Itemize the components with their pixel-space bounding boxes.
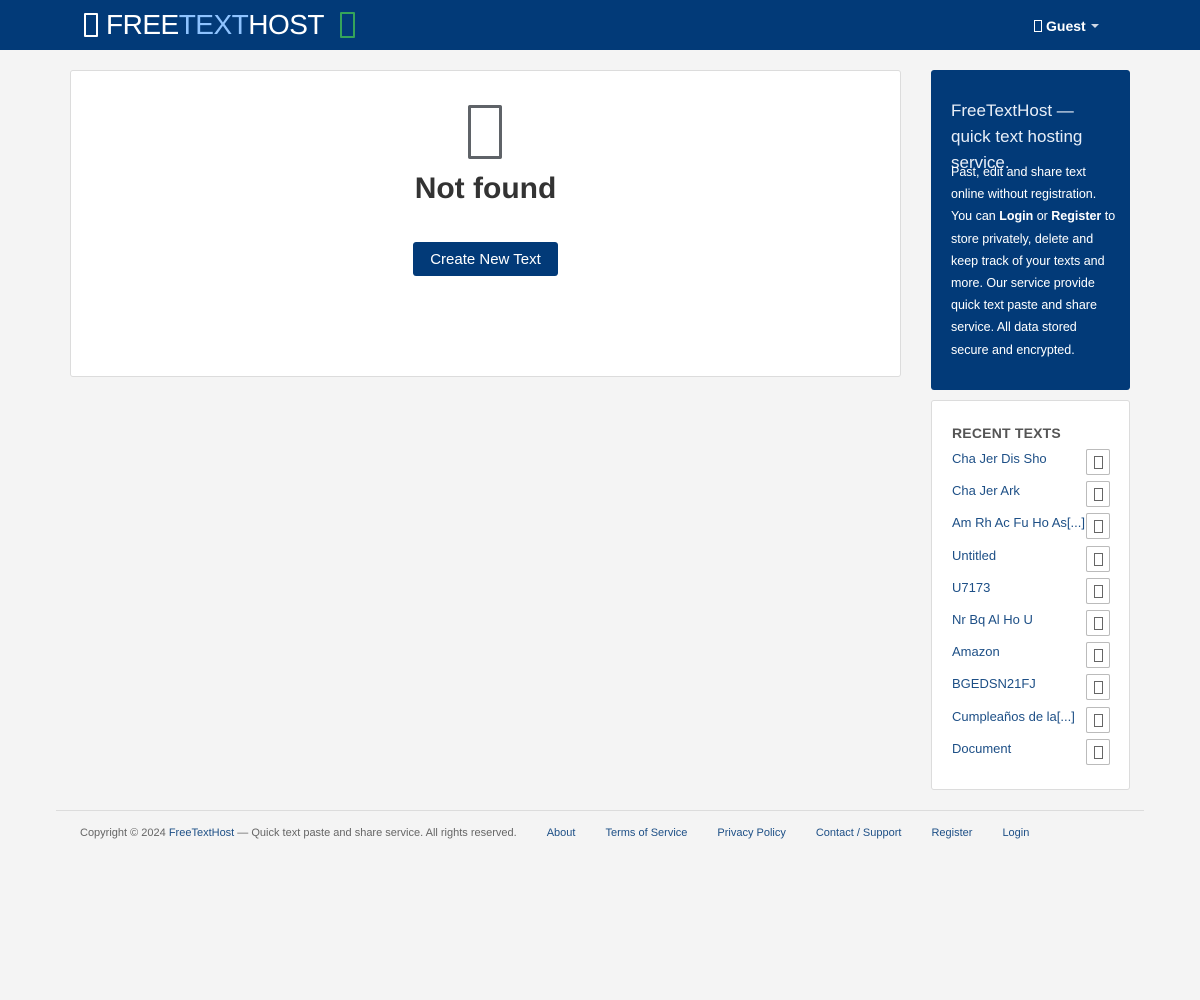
promo-body-post: to store privately, delete and keep trac… xyxy=(951,209,1116,357)
footer-link-login[interactable]: Login xyxy=(1002,827,1029,839)
list-item: Cha Jer Dis Sho xyxy=(952,447,1112,479)
page-title: Not found xyxy=(414,172,557,205)
recent-text-link[interactable]: Untitled xyxy=(952,548,996,563)
footer-copyright: Copyright © 2024 FreeTextHost — Quick te… xyxy=(80,827,517,839)
footer-link-about[interactable]: About xyxy=(547,827,576,839)
footer-divider xyxy=(56,810,1144,811)
recent-text-link[interactable]: Amazon xyxy=(952,644,1000,659)
file-text-icon xyxy=(84,13,98,37)
copy-button[interactable] xyxy=(1086,609,1110,636)
recent-text-link[interactable]: BGEDSN21FJ xyxy=(952,676,1036,691)
leaf-icon xyxy=(340,12,356,38)
copy-button[interactable] xyxy=(1086,545,1110,572)
list-item: Am Rh Ac Fu Ho As[...] xyxy=(952,511,1112,543)
copy-icon xyxy=(1094,713,1103,727)
footer-link-terms[interactable]: Terms of Service xyxy=(605,827,687,839)
caret-down-icon xyxy=(1090,24,1099,28)
list-item: BGEDSN21FJ xyxy=(952,672,1112,704)
copy-button[interactable] xyxy=(1086,738,1110,765)
recent-texts-panel: RECENT TEXTS Cha Jer Dis Sho Cha Jer Ark… xyxy=(931,400,1130,790)
footer-copyright-post: — Quick text paste and share service. Al… xyxy=(234,827,517,839)
file-icon xyxy=(468,105,502,159)
copy-button[interactable] xyxy=(1086,481,1110,508)
recent-text-link[interactable]: Cha Jer Dis Sho xyxy=(952,451,1047,466)
promo-or: or xyxy=(1033,209,1052,224)
list-item: U7173 xyxy=(952,576,1112,608)
copy-icon xyxy=(1094,552,1103,566)
list-item: Cumpleaños de la[...] xyxy=(952,705,1112,737)
promo-register-link[interactable]: Register xyxy=(1051,209,1101,223)
footer-site-link[interactable]: FreeTextHost xyxy=(169,827,234,839)
list-item: Untitled xyxy=(952,544,1112,576)
footer-links: About Terms of Service Privacy Policy Co… xyxy=(547,827,1060,839)
list-item: Cha Jer Ark xyxy=(952,479,1112,511)
user-menu-dropdown[interactable]: Guest xyxy=(1034,16,1099,36)
copy-button[interactable] xyxy=(1086,674,1110,701)
footer-link-register[interactable]: Register xyxy=(931,827,972,839)
copy-icon xyxy=(1094,681,1103,695)
brand-text: TEXT xyxy=(178,9,249,40)
copy-icon xyxy=(1094,649,1103,663)
promo-box: FreeTextHost — quick text hosting servic… xyxy=(931,70,1130,390)
copy-button[interactable] xyxy=(1086,513,1110,540)
site-logo-link[interactable]: FREE TEXT HOST xyxy=(84,6,356,44)
footer: Copyright © 2024 FreeTextHost — Quick te… xyxy=(80,826,1059,840)
user-icon xyxy=(1034,20,1042,32)
list-item: Nr Bq Al Ho U xyxy=(952,608,1112,640)
top-navbar: FREE TEXT HOST Guest xyxy=(0,0,1200,50)
copy-button[interactable] xyxy=(1086,706,1110,733)
brand-host: HOST xyxy=(248,9,325,40)
promo-description: Past, edit and share text online without… xyxy=(951,161,1116,361)
list-item: Document xyxy=(952,737,1112,769)
recent-text-link[interactable]: Cumpleaños de la[...] xyxy=(952,709,1075,724)
promo-login-link[interactable]: Login xyxy=(999,209,1033,223)
footer-link-contact[interactable]: Contact / Support xyxy=(816,827,902,839)
copy-icon xyxy=(1094,616,1103,630)
copy-icon xyxy=(1094,488,1103,502)
recent-text-link[interactable]: U7173 xyxy=(952,580,990,595)
recent-text-link[interactable]: Cha Jer Ark xyxy=(952,483,1020,498)
list-item: Amazon xyxy=(952,640,1112,672)
brand-free: FREE xyxy=(106,9,179,40)
recent-text-link[interactable]: Am Rh Ac Fu Ho As[...] xyxy=(952,515,1085,530)
create-new-text-button[interactable]: Create New Text xyxy=(413,242,558,276)
copy-icon xyxy=(1094,584,1103,598)
footer-copyright-pre: Copyright © 2024 xyxy=(80,827,169,839)
recent-texts-heading: RECENT TEXTS xyxy=(952,425,1061,441)
recent-texts-list: Cha Jer Dis Sho Cha Jer Ark Am Rh Ac Fu … xyxy=(952,447,1112,769)
copy-icon xyxy=(1094,456,1103,469)
recent-text-link[interactable]: Nr Bq Al Ho U xyxy=(952,612,1033,627)
user-menu-label: Guest xyxy=(1046,18,1086,34)
copy-button[interactable] xyxy=(1086,642,1110,669)
copy-icon xyxy=(1094,520,1103,534)
copy-button[interactable] xyxy=(1086,449,1110,475)
footer-link-privacy[interactable]: Privacy Policy xyxy=(717,827,785,839)
copy-button[interactable] xyxy=(1086,577,1110,604)
recent-text-link[interactable]: Document xyxy=(952,741,1011,756)
copy-icon xyxy=(1094,745,1103,759)
